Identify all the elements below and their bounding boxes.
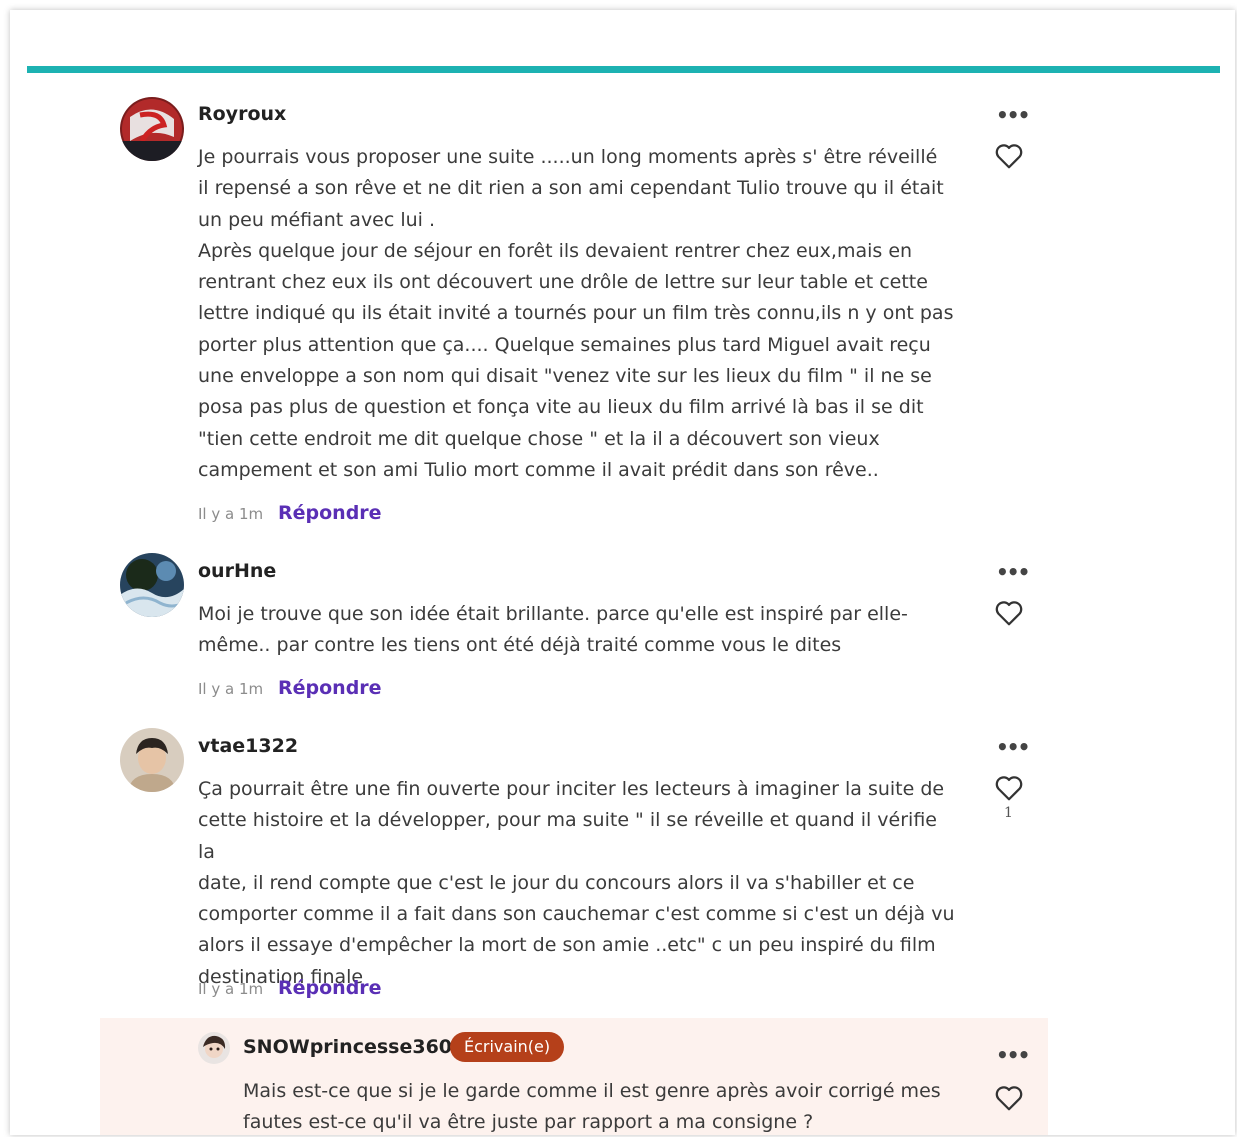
timestamp: Il y a 1m [198,680,264,698]
heart-icon[interactable] [994,774,1024,802]
comment-text: Je pourrais vous proposer une suite ....… [198,146,954,481]
timestamp: Il y a 1m [198,505,264,523]
writer-badge: Écrivain(e) [450,1032,565,1062]
more-options-icon[interactable]: ••• [996,105,1030,125]
heart-icon[interactable] [994,1084,1024,1112]
timestamp: Il y a 1m [198,980,264,998]
username[interactable]: SNOWprincesse360 [243,1036,452,1058]
username[interactable]: vtae1322 [198,735,298,757]
avatar-image [120,553,184,617]
comments-panel: Royroux Je pourrais vous proposer une su… [10,10,1235,1135]
heart-icon[interactable] [994,142,1024,170]
avatar-image [120,97,184,161]
avatar[interactable] [120,97,184,161]
accent-bar [27,66,1220,73]
more-options-icon[interactable]: ••• [996,562,1030,582]
reply-button[interactable]: Répondre [278,677,382,699]
author-reply: SNOWprincesse360 Écrivain(e) Mais est-ce… [100,1018,1048,1135]
more-options-icon[interactable]: ••• [996,1045,1030,1065]
username[interactable]: Royroux [198,103,286,125]
username[interactable]: ourHne [198,560,276,582]
reply-button[interactable]: Répondre [278,977,382,999]
avatar-image [198,1032,230,1064]
reply-button[interactable]: Répondre [278,502,382,524]
avatar[interactable] [198,1032,230,1064]
comment-text: Mais est-ce que si je le garde comme il … [243,1080,941,1134]
more-options-icon[interactable]: ••• [996,737,1030,757]
avatar[interactable] [120,553,184,617]
avatar-image [120,728,184,792]
heart-icon[interactable] [994,599,1024,627]
comment-text: Ça pourrait être une fin ouverte pour in… [198,778,955,988]
avatar[interactable] [120,728,184,792]
comment-text: Moi je trouve que son idée était brillan… [198,603,908,657]
like-count: 1 [1004,805,1013,821]
